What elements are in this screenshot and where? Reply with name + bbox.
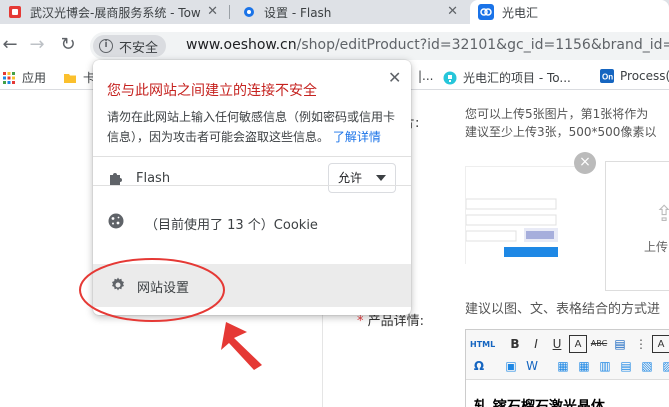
processon-icon: On — [600, 69, 614, 83]
site-settings-label: 网站设置 — [137, 281, 190, 296]
cookie-icon — [108, 213, 124, 229]
upload-image-box[interactable]: ⇪ 上传图 — [605, 161, 669, 291]
bookmark-label: 光电汇的项目 - To... — [463, 71, 571, 85]
security-label: 不安全 — [119, 40, 159, 56]
tab-title: 设置 - Flash — [264, 5, 332, 20]
editor-content[interactable]: 轧 镓石榴石激光晶体 — [474, 396, 605, 407]
rich-text-editor[interactable]: HTML B I U A ABC ▤ ⋮ A Ω ▣ W ▦ ▦ ▥ ▤ ▧ ▨… — [465, 329, 669, 407]
table-icon[interactable]: ▦ — [554, 357, 572, 375]
learn-more-link[interactable]: 了解详情 — [333, 130, 381, 144]
upload-label: 上传图 — [644, 240, 669, 254]
site-settings-row[interactable]: 网站设置 — [93, 264, 411, 307]
image-icon[interactable]: ▣ — [502, 357, 520, 375]
editor-toolbar: HTML B I U A ABC ▤ ⋮ A Ω ▣ W ▦ ▦ ▥ ▤ ▧ ▨ — [466, 330, 669, 380]
popup-title: 您与此网站之间建立的连接不安全 — [107, 83, 317, 99]
gear-icon — [112, 277, 124, 291]
flash-permission-value: 允许 — [338, 171, 363, 185]
flash-permission-select[interactable]: 允许 — [328, 163, 396, 193]
table-split-icon[interactable]: ▨ — [659, 357, 669, 375]
image-hint-line2: 建议至少上传3张，500*500像素以 — [465, 125, 657, 139]
bookmark-item[interactable]: |... — [418, 69, 434, 83]
apps-grid-icon — [3, 71, 15, 84]
bookmark-label: |... — [418, 69, 434, 83]
tab-wuhan-expo[interactable]: 武汉光博会-展商服务系统 - Tow ✕ — [0, 0, 226, 24]
bold-icon[interactable]: B — [506, 335, 524, 353]
forward-icon[interactable]: → — [27, 35, 47, 55]
table-col-icon[interactable]: ▤ — [617, 357, 635, 375]
divider — [93, 156, 411, 157]
tab-close-icon[interactable]: ✕ — [207, 4, 218, 19]
expo-favicon-icon — [9, 6, 21, 18]
close-icon[interactable]: ✕ — [388, 68, 401, 87]
bookmark-apps[interactable]: 应用 — [2, 69, 46, 86]
table-row-icon[interactable]: ▥ — [596, 357, 614, 375]
bookmark-processon[interactable]: On Process( — [600, 69, 669, 83]
cookie-row[interactable]: （目前使用了 13 个）Cookie — [93, 200, 411, 240]
table-merge-icon[interactable]: ▧ — [638, 357, 656, 375]
italic-icon[interactable]: I — [527, 335, 545, 353]
info-icon: i — [99, 39, 113, 53]
bookmark-label: Process( — [620, 69, 669, 83]
underline-icon[interactable]: U — [548, 335, 566, 353]
site-info-popup: 您与此网站之间建立的连接不安全 ✕ 请勿在此网站上输入任何敏感信息（例如密码或信… — [93, 60, 411, 315]
reload-icon[interactable]: ↻ — [58, 35, 78, 55]
detail-label: 产品详情: — [367, 314, 425, 329]
font-color-icon[interactable]: A — [569, 335, 587, 353]
remove-image-icon[interactable]: × — [574, 152, 596, 174]
word-icon[interactable]: W — [523, 357, 541, 375]
tab-title: 光电汇 — [502, 5, 539, 20]
bulb-icon — [443, 71, 457, 84]
bookmark-folder[interactable]: 卡 — [63, 69, 95, 86]
tab-oeshow[interactable]: 光电汇 — [470, 0, 669, 24]
tab-strip: 武汉光博会-展商服务系统 - Tow ✕ 设置 - Flash ✕ 光电汇 — [0, 0, 669, 24]
format-icon[interactable]: A — [652, 335, 669, 353]
bookmark-oeshow-project[interactable]: 光电汇的项目 - To... — [443, 69, 571, 86]
bookmark-label: 应用 — [22, 71, 47, 85]
detail-hint: 建议以图、文、表格结合的方式进 — [465, 302, 661, 317]
chevron-down-icon — [376, 175, 386, 181]
uploaded-image-thumbnail[interactable] — [465, 166, 594, 265]
login-screenshot-thumbnail — [465, 167, 594, 265]
url-text[interactable]: www.oeshow.cn/shop/editProduct?id=32101&… — [186, 37, 669, 53]
oeshow-favicon-icon — [478, 4, 494, 20]
table-delete-icon[interactable]: ▦ — [575, 357, 593, 375]
html-source-button[interactable]: HTML — [470, 336, 495, 354]
cookie-label: （目前使用了 13 个）Cookie — [145, 218, 318, 233]
folder-icon — [64, 73, 76, 83]
more-icon[interactable]: ⋮ — [632, 335, 650, 353]
omnibox[interactable]: i 不安全 www.oeshow.cn/shop/editProduct?id=… — [90, 32, 669, 60]
gear-favicon-icon — [244, 7, 254, 17]
security-chip[interactable]: i 不安全 — [93, 35, 167, 57]
upload-icon: ⇪ — [655, 202, 669, 227]
divider — [93, 185, 411, 186]
url-host: www.oeshow.cn — [186, 37, 297, 53]
tab-close-icon[interactable]: ✕ — [447, 4, 458, 19]
popup-message: 请勿在此网站上输入任何敏感信息（例如密码或信用卡信息），因为攻击者可能会盗取这些… — [107, 107, 397, 147]
image-hint-line1: 您可以上传5张图片，第1张将作为 — [465, 107, 649, 121]
required-marker: * — [357, 314, 364, 329]
omega-icon[interactable]: Ω — [470, 357, 488, 375]
tab-title: 武汉光博会-展商服务系统 - Tow — [30, 5, 201, 20]
paste-icon[interactable]: ▤ — [611, 335, 629, 353]
svg-text:On: On — [602, 73, 613, 82]
url-path: /shop/editProduct?id=32101&gc_id=1156&br… — [296, 37, 669, 53]
strikethrough-icon[interactable]: ABC — [590, 335, 608, 353]
tab-separator — [229, 5, 230, 19]
tab-settings-flash[interactable]: 设置 - Flash ✕ — [234, 0, 466, 24]
back-icon[interactable]: ← — [0, 35, 20, 55]
